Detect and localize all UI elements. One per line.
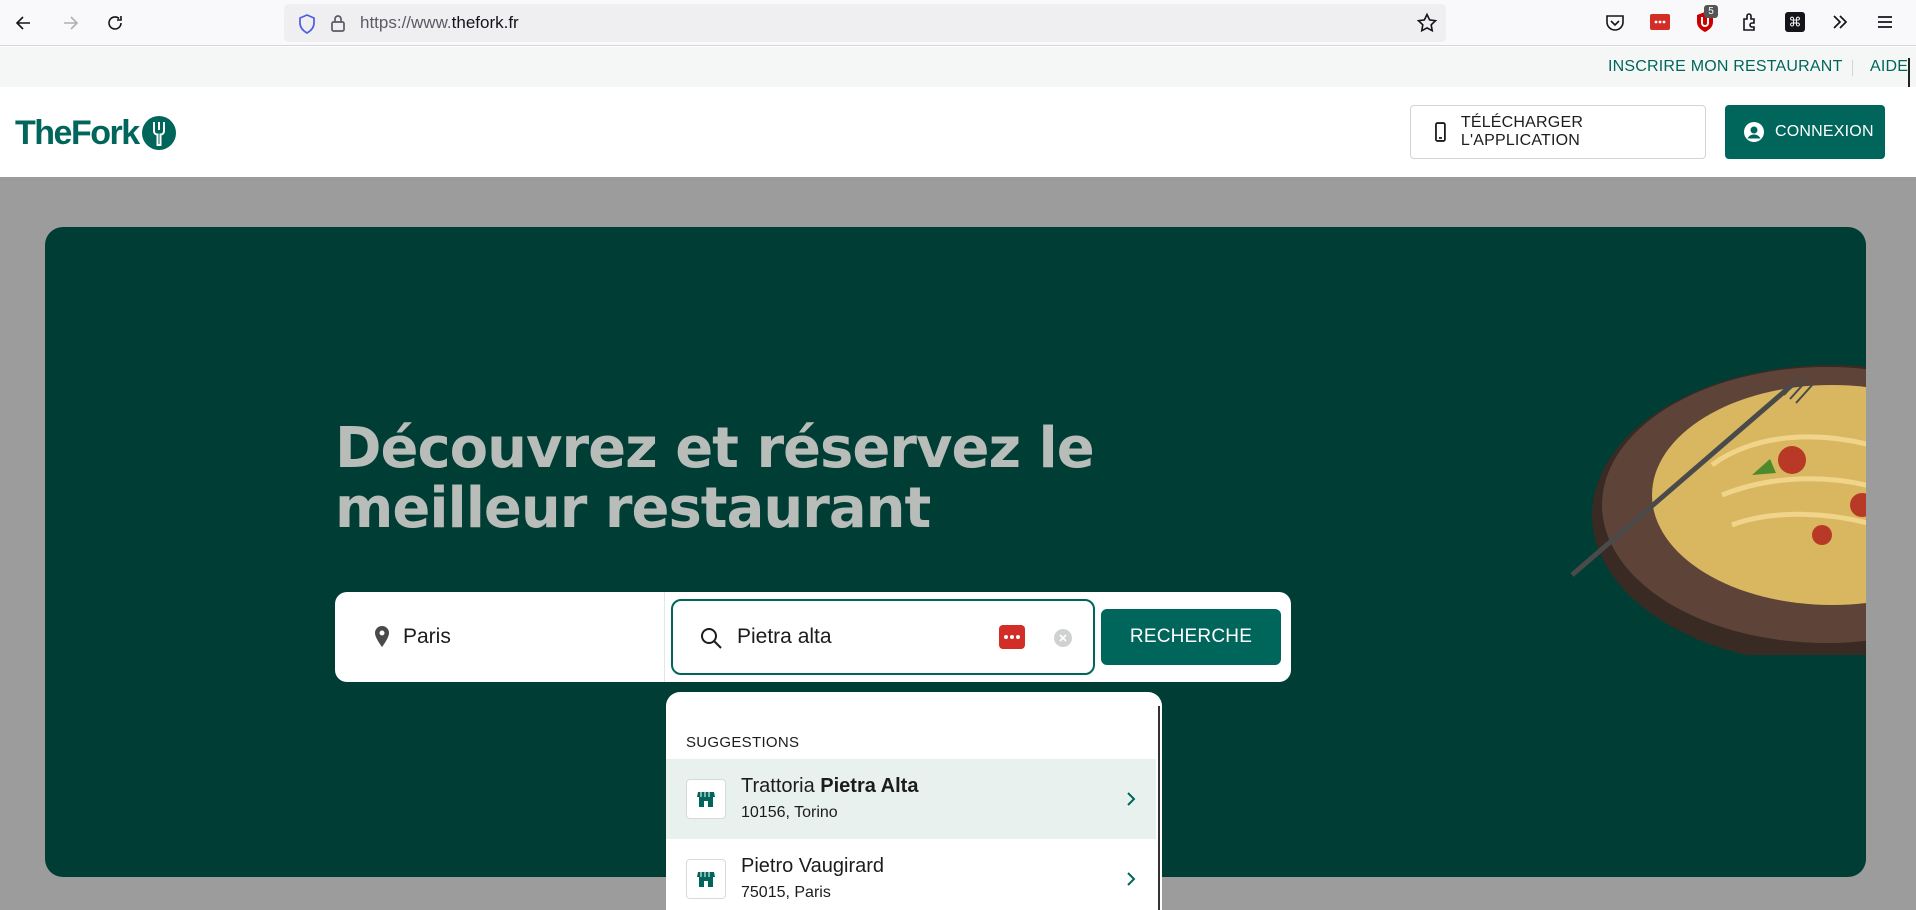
restaurant-search-input[interactable]: Pietra alta <box>671 599 1095 675</box>
suggestions-dropdown: SUGGESTIONS Trattoria Pietra Alta 10156,… <box>666 692 1162 910</box>
suggestion-title-prefix: Pietro Vaugirard <box>741 855 885 877</box>
login-button[interactable]: CONNEXION <box>1725 105 1885 159</box>
search-bar: Paris Pietra alta RECHERCHE <box>335 592 1291 682</box>
search-icon <box>701 628 722 649</box>
logo-text: TheFork <box>15 113 140 152</box>
login-label: CONNEXION <box>1775 123 1874 140</box>
password-manager-icon[interactable] <box>1647 9 1673 35</box>
location-value: Paris <box>403 625 451 648</box>
overflow-icon[interactable] <box>1827 9 1853 35</box>
search-button[interactable]: RECHERCHE <box>1101 609 1281 665</box>
chevron-right-icon <box>1127 872 1136 886</box>
menu-icon[interactable] <box>1872 9 1898 35</box>
suggestion-item[interactable]: Pietro Vaugirard 75015, Paris <box>666 839 1156 910</box>
logo[interactable]: TheFork <box>15 113 177 153</box>
suggestion-item[interactable]: Trattoria Pietra Alta 10156, Torino <box>666 759 1156 839</box>
pasta-plate-image <box>1570 365 1866 655</box>
divider <box>1852 60 1853 76</box>
url-text[interactable]: https://www.thefork.fr <box>360 4 519 42</box>
back-arrow-icon[interactable] <box>8 7 40 39</box>
shield-icon[interactable] <box>296 13 318 35</box>
browser-toolbar: https://www.thefork.fr 5 ⌘ <box>0 0 1916 46</box>
utility-nav: INSCRIRE MON RESTAURANT AIDE <box>0 47 1916 87</box>
reload-icon[interactable] <box>99 7 131 39</box>
hero-title: Découvrez et réservez le meilleur restau… <box>335 416 1095 541</box>
suggestions-header: SUGGESTIONS <box>686 734 800 751</box>
svg-text:⌘: ⌘ <box>1789 16 1802 31</box>
password-manager-icon[interactable] <box>999 625 1025 649</box>
suggestion-subtitle: 75015, Paris <box>741 884 831 901</box>
clear-icon[interactable] <box>1054 629 1072 647</box>
phone-icon <box>1435 122 1446 142</box>
lock-icon[interactable] <box>328 13 348 33</box>
url-domain: thefork.fr <box>451 13 519 32</box>
chevron-right-icon <box>1127 792 1136 806</box>
pocket-icon[interactable] <box>1602 9 1628 35</box>
user-icon <box>1744 122 1764 142</box>
url-bar[interactable]: https://www.thefork.fr <box>284 4 1446 42</box>
suggestion-title: Pietro Vaugirard <box>741 855 884 878</box>
register-restaurant-link[interactable]: INSCRIRE MON RESTAURANT <box>1608 47 1843 87</box>
restaurant-icon <box>686 859 726 899</box>
help-link[interactable]: AIDE <box>1870 47 1908 87</box>
command-icon[interactable]: ⌘ <box>1782 9 1808 35</box>
url-prefix: https://www. <box>360 13 452 32</box>
dropdown-scrollbar[interactable] <box>1158 706 1160 910</box>
suggestion-title-prefix: Trattoria <box>741 775 821 797</box>
star-icon[interactable] <box>1416 12 1438 34</box>
download-app-button[interactable]: TÉLÉCHARGER L'APPLICATION <box>1410 105 1706 159</box>
site-header: TheFork TÉLÉCHARGER L'APPLICATION CONNEX… <box>0 87 1916 177</box>
forward-arrow-icon[interactable] <box>54 7 86 39</box>
suggestion-subtitle: 10156, Torino <box>741 804 838 821</box>
search-query-value: Pietra alta <box>737 625 832 648</box>
suggestion-title: Trattoria Pietra Alta <box>741 775 918 798</box>
fork-logo-icon <box>141 116 176 150</box>
suggestion-title-match: Pietra Alta <box>820 775 919 797</box>
extension-badge: 5 <box>1704 5 1718 18</box>
location-field[interactable]: Paris <box>335 592 665 682</box>
restaurant-icon <box>686 779 726 819</box>
location-pin-icon <box>375 626 389 647</box>
extensions-icon[interactable] <box>1737 9 1763 35</box>
download-app-label: TÉLÉCHARGER L'APPLICATION <box>1460 114 1584 149</box>
